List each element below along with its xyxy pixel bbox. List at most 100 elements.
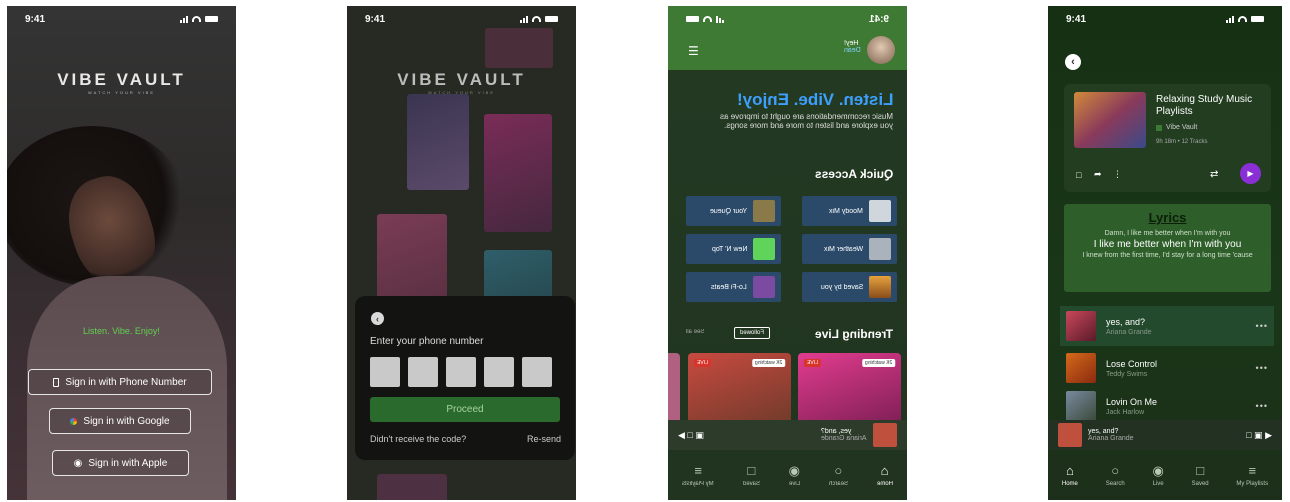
wifi-icon: [192, 16, 201, 22]
status-bar: 9:41: [668, 6, 907, 32]
lyrics-card: Lyrics Damn, I like me better when I'm w…: [1064, 204, 1271, 292]
followed-chip[interactable]: Followed: [734, 327, 771, 339]
home-header: ☰ Hey! Dean: [668, 32, 907, 70]
resend-link[interactable]: Re-send: [527, 434, 561, 444]
battery-icon: [205, 16, 218, 22]
otp-digit-5[interactable]: [522, 357, 552, 387]
tile-new-n-top[interactable]: New N' Top: [686, 234, 781, 264]
more-icon[interactable]: •••: [1256, 401, 1268, 411]
proceed-button[interactable]: Proceed: [370, 397, 560, 422]
sign-in-phone-button[interactable]: Sign in with Phone Number: [28, 369, 212, 395]
otp-digit-1[interactable]: [370, 357, 400, 387]
play-icon[interactable]: ◀ □ ▣: [678, 430, 704, 441]
song-artist: Ariana Grande: [1106, 328, 1152, 336]
poster-tile: [377, 474, 447, 500]
wifi-icon: [532, 16, 541, 22]
watching-count: 2K watching: [751, 359, 785, 367]
mini-title: yes, and?: [821, 428, 852, 435]
status-time: 9:41: [1066, 13, 1087, 25]
tab-live[interactable]: ◉ Live: [1152, 464, 1163, 487]
status-bar: 9:41: [347, 6, 576, 32]
signal-icon: [520, 15, 528, 23]
bookmark-icon: □: [1196, 462, 1205, 478]
shuffle-icon[interactable]: ⇄: [1210, 169, 1218, 180]
tile-weather-mix[interactable]: Weather Mix: [802, 234, 897, 264]
avatar[interactable]: [867, 36, 895, 64]
battery-icon: [686, 16, 699, 22]
playlist-info: 9h 18m • 12 Tracks: [1156, 139, 1208, 145]
tab-search[interactable]: ○ Search: [1106, 464, 1125, 487]
lyric-line: I knew from the first time, I'd stay for…: [1082, 252, 1253, 259]
tile-lo-fi-beats[interactable]: Lo-Fi Beats: [686, 272, 781, 302]
sign-in-apple-button[interactable]: ◉ Sign in with Apple: [52, 450, 189, 476]
tab-my-playlists[interactable]: ≡ My Playlists: [682, 464, 714, 487]
bookmark-icon[interactable]: □: [1076, 170, 1081, 180]
home-icon: ⌂: [1065, 462, 1074, 478]
tab-live[interactable]: ◉ Live: [789, 464, 800, 487]
battery-icon: [1251, 16, 1264, 22]
status-time: 9:41: [365, 13, 386, 25]
playlist-cover: [1074, 92, 1146, 148]
otp-sheet: ‹ Enter your phone number Proceed Didn't…: [355, 296, 575, 460]
song-art: [1066, 353, 1096, 383]
sign-in-google-button[interactable]: Sign in with Google: [49, 408, 191, 434]
playlist-screen: 9:41 ‹ Relaxing Study Music Playlists Vi…: [1048, 6, 1282, 500]
share-icon[interactable]: ➦: [1094, 169, 1102, 180]
greeting: Hey!: [844, 40, 859, 47]
bookmark-icon: □: [747, 462, 756, 478]
menu-icon[interactable]: ☰: [688, 44, 699, 58]
live-card[interactable]: LIVE 2K watching: [798, 353, 901, 428]
back-icon[interactable]: ‹: [1065, 54, 1081, 70]
otp-screen: 9:41 VIBE VAULT WATCH YOUR VIBE ‹ Enter …: [347, 6, 576, 500]
trending-live-title: Trending Live: [814, 327, 893, 341]
otp-digit-4[interactable]: [484, 357, 514, 387]
tile-saved-by-you[interactable]: Saved by you: [802, 272, 897, 302]
mini-player[interactable]: yes, and? Ariana Grande □ ▣ ▶: [1048, 420, 1282, 450]
player-controls[interactable]: □ ▣ ▶: [1246, 430, 1272, 441]
live-badge: LIVE: [694, 359, 711, 367]
song-art: [1066, 391, 1096, 421]
more-icon[interactable]: ⋮: [1113, 169, 1122, 180]
live-icon: ◉: [788, 462, 800, 478]
signal-icon: [1226, 15, 1234, 23]
battery-icon: [545, 16, 558, 22]
tab-home[interactable]: ⌂ Home: [877, 464, 893, 487]
more-icon[interactable]: •••: [1256, 363, 1268, 373]
tab-saved[interactable]: □ Saved: [743, 464, 760, 487]
wifi-icon: [1238, 16, 1247, 22]
list-item[interactable]: Lose Control Teddy Swims •••: [1060, 348, 1274, 388]
brand-subtitle: WATCH YOUR VIBE: [87, 90, 156, 95]
otp-digit-2[interactable]: [408, 357, 438, 387]
brand-logo: VIBE VAULT: [57, 70, 186, 89]
user-name: Dean: [844, 47, 861, 54]
mini-art: [873, 423, 897, 447]
no-code-text: Didn't receive the code?: [370, 434, 467, 444]
lyrics-title: Lyrics: [1148, 210, 1187, 225]
tab-my-playlists[interactable]: ≡ My Playlists: [1236, 464, 1268, 487]
list-item[interactable]: yes, and? Ariana Grande •••: [1060, 306, 1274, 346]
otp-digit-3[interactable]: [446, 357, 476, 387]
song-artist: Teddy Swims: [1106, 370, 1148, 378]
live-card[interactable]: LIVE 2K watching: [688, 353, 791, 428]
live-icon: ◉: [1152, 462, 1164, 478]
mini-artist: Ariana Grande: [1088, 435, 1134, 442]
poster-tile: [485, 28, 553, 68]
mini-player[interactable]: ◀ □ ▣ yes, and? Ariana Grande: [668, 420, 907, 450]
intro-text: Music recommendations are ought to impro…: [720, 112, 893, 130]
wifi-icon: [703, 16, 712, 22]
song-title: Lose Control: [1106, 358, 1158, 369]
play-button[interactable]: ▶: [1240, 163, 1261, 184]
mask-icon: [869, 200, 891, 222]
apple-icon: ◉: [73, 457, 83, 469]
tab-saved[interactable]: □ Saved: [1192, 464, 1209, 487]
tile-your-queue[interactable]: Your Queue: [686, 196, 781, 226]
tile-moody-mix[interactable]: Moody Mix: [802, 196, 897, 226]
see-all-link[interactable]: See all: [686, 329, 704, 335]
tab-search[interactable]: ○ Search: [829, 464, 848, 487]
back-icon[interactable]: ‹: [371, 312, 384, 325]
tab-home[interactable]: ⌂ Home: [1062, 464, 1078, 487]
status-time: 9:41: [868, 13, 889, 25]
more-icon[interactable]: •••: [1256, 321, 1268, 331]
brand-logo: VIBE VAULT: [397, 70, 526, 89]
status-bar: 9:41: [1048, 6, 1282, 32]
